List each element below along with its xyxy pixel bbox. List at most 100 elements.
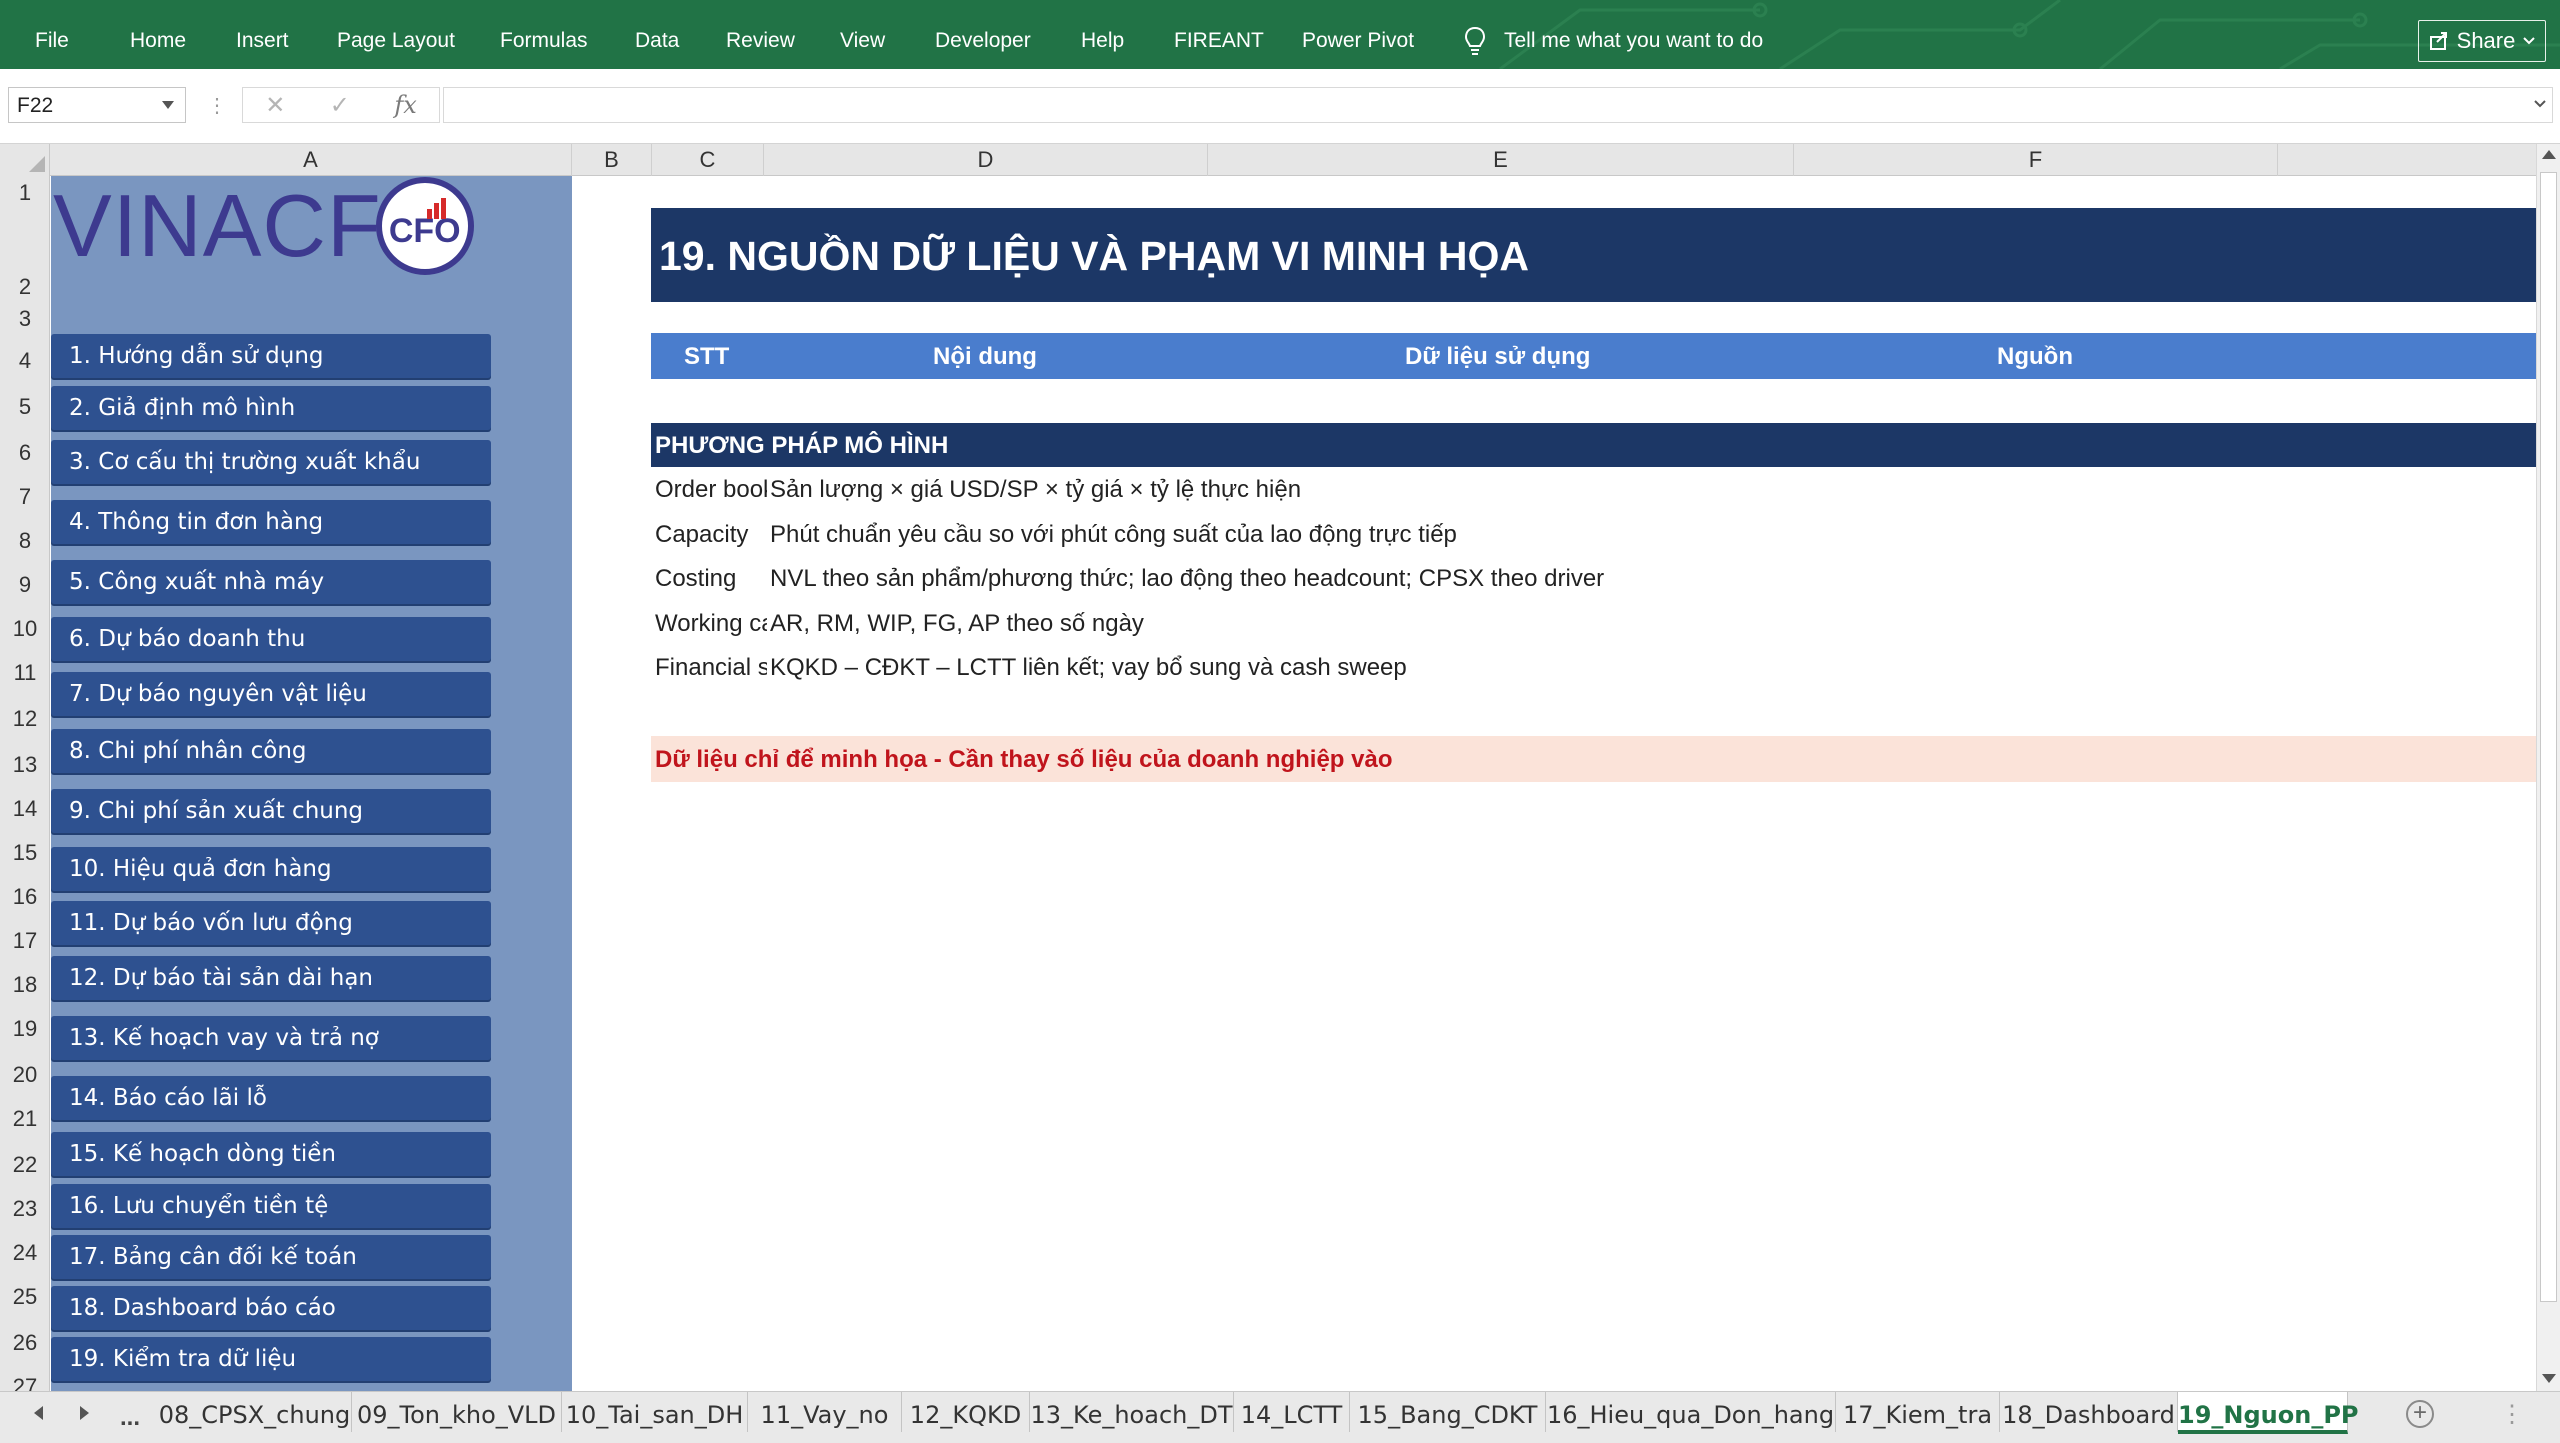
nav-button-thong-tin-don-hang[interactable]: 4. Thông tin đơn hàng <box>51 500 491 544</box>
tell-me-search[interactable]: Tell me what you want to do <box>1464 26 1763 56</box>
row-header[interactable]: 11 <box>0 660 49 686</box>
sheet-tab-active[interactable]: 19_Nguon_PP <box>2178 1392 2359 1434</box>
sheet-tab[interactable]: 17_Kiem_tra <box>1836 1392 2000 1432</box>
nav-button-luu-chuyen-tien-te[interactable]: 16. Lưu chuyển tiền tệ <box>51 1184 491 1228</box>
insert-function-button[interactable]: fx <box>394 91 416 119</box>
row-header[interactable]: 9 <box>0 572 49 598</box>
nav-button-can-doi-ke-toan[interactable]: 17. Bảng cân đối kế toán <box>51 1235 491 1279</box>
row-header[interactable]: 20 <box>0 1062 49 1088</box>
row-header[interactable]: 24 <box>0 1240 49 1266</box>
ribbon-tab-home[interactable]: Home <box>130 29 186 53</box>
more-tabs-left[interactable]: ... <box>120 1404 140 1432</box>
ribbon-tab-developer[interactable]: Developer <box>935 29 1031 53</box>
column-header-e[interactable]: E <box>1208 144 1794 176</box>
row-header[interactable]: 10 <box>0 616 49 642</box>
column-header-d[interactable]: D <box>764 144 1208 176</box>
tab-scroll-left-icon[interactable] <box>34 1406 43 1420</box>
row-header[interactable]: 21 <box>0 1106 49 1132</box>
method-value: Phút chuẩn yêu cầu so với phút công suất… <box>770 521 1457 548</box>
nav-button-nhan-cong[interactable]: 8. Chi phí nhân công <box>51 729 491 773</box>
nav-button-doanh-thu[interactable]: 6. Dự báo doanh thu <box>51 617 491 661</box>
nav-button-von-luu-dong[interactable]: 11. Dự báo vốn lưu động <box>51 901 491 945</box>
row-header[interactable]: 1 <box>0 180 49 206</box>
tab-split-grip-icon[interactable]: ⋮ <box>2500 1400 2524 1429</box>
row-header[interactable]: 27 <box>0 1374 49 1391</box>
tab-scroll-right-icon[interactable] <box>80 1406 89 1420</box>
nav-button-dashboard[interactable]: 18. Dashboard báo cáo <box>51 1286 491 1330</box>
row-header[interactable]: 25 <box>0 1284 49 1310</box>
sheet-tab[interactable]: 15_Bang_CDKT <box>1350 1392 1546 1432</box>
row-header[interactable]: 19 <box>0 1016 49 1042</box>
nav-button-cong-xuat[interactable]: 5. Công xuất nhà máy <box>51 560 491 604</box>
row-header[interactable]: 13 <box>0 752 49 778</box>
nav-button-huong-dan[interactable]: 1. Hướng dẫn sử dụng <box>51 334 491 378</box>
scrollbar-thumb[interactable] <box>2540 172 2557 1302</box>
row-header[interactable]: 6 <box>0 440 49 466</box>
enter-icon[interactable]: ✓ <box>330 91 350 120</box>
scroll-down-icon[interactable] <box>2542 1374 2556 1383</box>
share-button[interactable]: Share <box>2418 20 2546 62</box>
sheet-tab[interactable]: 16_Hieu_qua_Don_hang <box>1546 1392 1836 1432</box>
sheet-tab[interactable]: 18_Dashboard <box>2000 1392 2178 1432</box>
column-header-b[interactable]: B <box>572 144 652 176</box>
column-header-f[interactable]: F <box>1794 144 2278 176</box>
sheet-tab[interactable]: 10_Tai_san_DH <box>562 1392 748 1432</box>
formula-bar-buttons: ✕ ✓ fx <box>242 87 440 123</box>
row-header[interactable]: 22 <box>0 1152 49 1178</box>
row-header[interactable]: 23 <box>0 1196 49 1222</box>
add-sheet-button[interactable]: + <box>2406 1400 2434 1428</box>
row-header[interactable]: 18 <box>0 972 49 998</box>
nav-button-san-xuat-chung[interactable]: 9. Chi phí sản xuất chung <box>51 789 491 833</box>
row-header[interactable]: 3 <box>0 306 49 332</box>
sheet-tab[interactable]: 09_Ton_kho_VLD <box>352 1392 562 1432</box>
row-header[interactable]: 16 <box>0 884 49 910</box>
row-header[interactable]: 12 <box>0 706 49 732</box>
sheet-tab[interactable]: 11_Vay_no <box>748 1392 902 1432</box>
nav-button-vay-tra-no[interactable]: 13. Kế hoạch vay và trả nợ <box>51 1016 491 1060</box>
row-header[interactable]: 26 <box>0 1330 49 1356</box>
ribbon-tab-help[interactable]: Help <box>1081 29 1124 53</box>
row-header[interactable]: 4 <box>0 348 49 374</box>
nav-button-co-cau-thi-truong[interactable]: 3. Cơ cấu thị trường xuất khẩu <box>51 440 491 484</box>
row-header[interactable]: 15 <box>0 840 49 866</box>
row-header[interactable]: 5 <box>0 394 49 420</box>
nav-button-nguyen-vat-lieu[interactable]: 7. Dự báo nguyên vật liệu <box>51 672 491 716</box>
ribbon-tab-formulas[interactable]: Formulas <box>500 29 588 53</box>
method-label: Costing <box>655 565 737 592</box>
ribbon-tab-view[interactable]: View <box>840 29 885 53</box>
ribbon-tab-review[interactable]: Review <box>726 29 795 53</box>
nav-button-tai-san-dai-han[interactable]: 12. Dự báo tài sản dài hạn <box>51 956 491 1000</box>
nav-button-hieu-qua-don-hang[interactable]: 10. Hiệu quả đơn hàng <box>51 847 491 891</box>
ribbon-tab-fireant[interactable]: FIREANT <box>1174 29 1264 53</box>
nav-button-kiem-tra[interactable]: 19. Kiểm tra dữ liệu <box>51 1337 491 1381</box>
ribbon-tab-power-pivot[interactable]: Power Pivot <box>1302 29 1414 53</box>
nav-button-dong-tien[interactable]: 15. Kế hoạch dòng tiền <box>51 1132 491 1176</box>
select-all-corner[interactable] <box>0 144 50 176</box>
nav-button-gia-dinh[interactable]: 2. Giả định mô hình <box>51 386 491 430</box>
row-header[interactable]: 8 <box>0 528 49 554</box>
sheet-tab[interactable]: 12_KQKD <box>902 1392 1030 1432</box>
ribbon-tab-page-layout[interactable]: Page Layout <box>337 29 455 53</box>
name-box[interactable]: F22 <box>8 87 186 123</box>
sheet-tab[interactable]: 14_LCTT <box>1234 1392 1350 1432</box>
sheet-tab[interactable]: 13_Ke_hoach_DT <box>1030 1392 1234 1432</box>
row-header[interactable]: 2 <box>0 274 49 300</box>
row-header[interactable]: 7 <box>0 484 49 510</box>
row-header[interactable]: 17 <box>0 928 49 954</box>
vertical-scrollbar[interactable] <box>2536 144 2560 1391</box>
nav-button-lai-lo[interactable]: 14. Báo cáo lãi lỗ <box>51 1076 491 1120</box>
cancel-icon[interactable]: ✕ <box>265 91 285 120</box>
worksheet[interactable]: VINACF CFO 1. Hướng dẫn sử dụng 2. Giả đ… <box>51 176 2536 1391</box>
expand-formula-bar-icon[interactable] <box>2534 100 2546 108</box>
row-header[interactable]: 14 <box>0 796 49 822</box>
ribbon-tab-file[interactable]: File <box>35 29 69 53</box>
ribbon-tab-data[interactable]: Data <box>635 29 679 53</box>
column-header-c[interactable]: C <box>652 144 764 176</box>
column-header-a[interactable]: A <box>50 144 572 176</box>
method-value: AR, RM, WIP, FG, AP theo số ngày <box>770 610 1144 637</box>
scroll-up-icon[interactable] <box>2542 150 2556 159</box>
formula-input[interactable] <box>443 87 2553 123</box>
name-box-dropdown-icon[interactable] <box>162 101 174 109</box>
ribbon-tab-insert[interactable]: Insert <box>236 29 289 53</box>
sheet-tab[interactable]: 08_CPSX_chung <box>158 1392 352 1432</box>
